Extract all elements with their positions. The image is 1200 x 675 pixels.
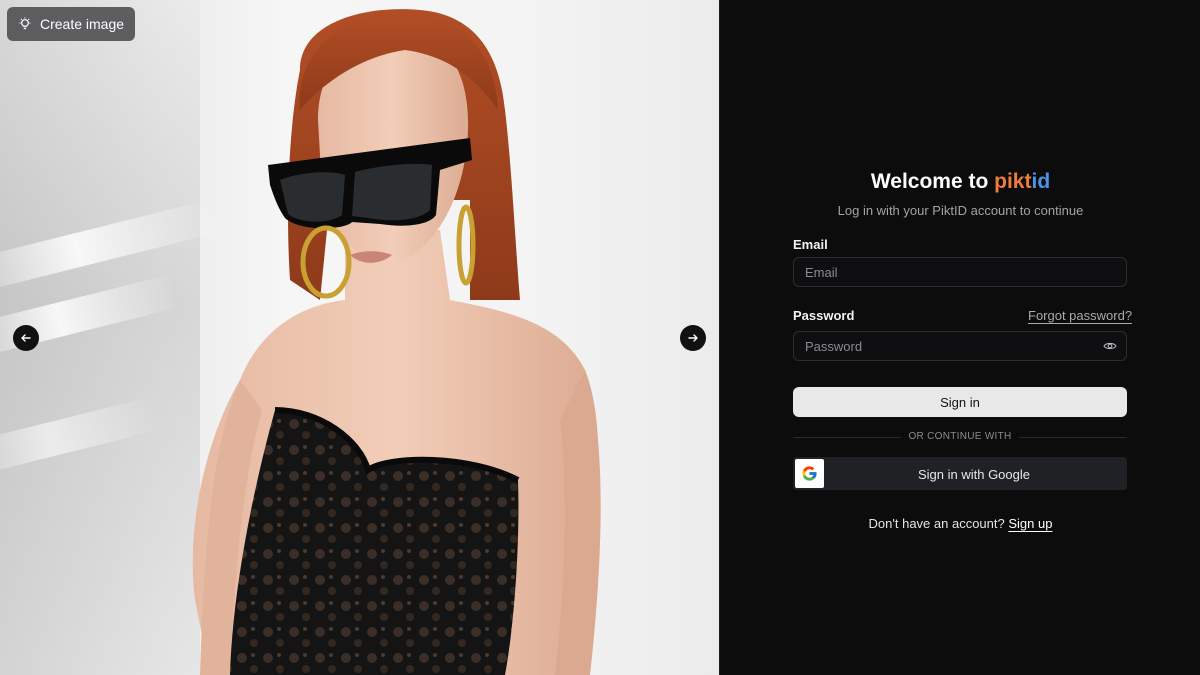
eye-icon[interactable] — [1103, 339, 1117, 353]
create-image-button[interactable]: Create image — [7, 7, 136, 41]
divider-text: OR CONTINUE WITH — [908, 431, 1012, 442]
arrow-left-icon — [21, 334, 31, 342]
no-account-text: Don't have an account? — [868, 516, 1009, 531]
signup-prompt: Don't have an account? Sign up — [721, 516, 1200, 531]
previous-image-button[interactable] — [13, 325, 39, 351]
password-field[interactable] — [793, 331, 1127, 361]
model-photo — [192, 9, 601, 675]
create-image-label: Create image — [40, 16, 125, 32]
brand-name-part1: pikt — [994, 170, 1032, 193]
forgot-password-link[interactable]: Forgot password? — [1028, 308, 1132, 323]
google-sign-in-button[interactable]: Sign in with Google — [793, 457, 1127, 490]
lightbulb-icon — [19, 17, 31, 30]
sign-up-link[interactable]: Sign up — [1008, 516, 1052, 531]
welcome-prefix: Welcome to — [870, 170, 995, 193]
next-image-button[interactable] — [680, 325, 706, 351]
email-label: Email — [793, 237, 828, 252]
sign-in-button[interactable]: Sign in — [793, 387, 1127, 417]
password-label: Password — [793, 308, 855, 323]
or-divider: OR CONTINUE WITH — [793, 430, 1127, 444]
login-panel: Welcome to piktid Log in with your PiktI… — [721, 0, 1200, 675]
hero-image-panel: Create image — [0, 0, 720, 675]
email-field[interactable] — [793, 257, 1127, 287]
arrow-right-icon — [688, 334, 698, 342]
login-subtitle: Log in with your PiktID account to conti… — [837, 203, 1084, 218]
brand-name-part2: id — [1031, 170, 1051, 193]
welcome-title: Welcome to piktid — [721, 170, 1200, 194]
google-sign-in-label: Sign in with Google — [917, 467, 1030, 482]
